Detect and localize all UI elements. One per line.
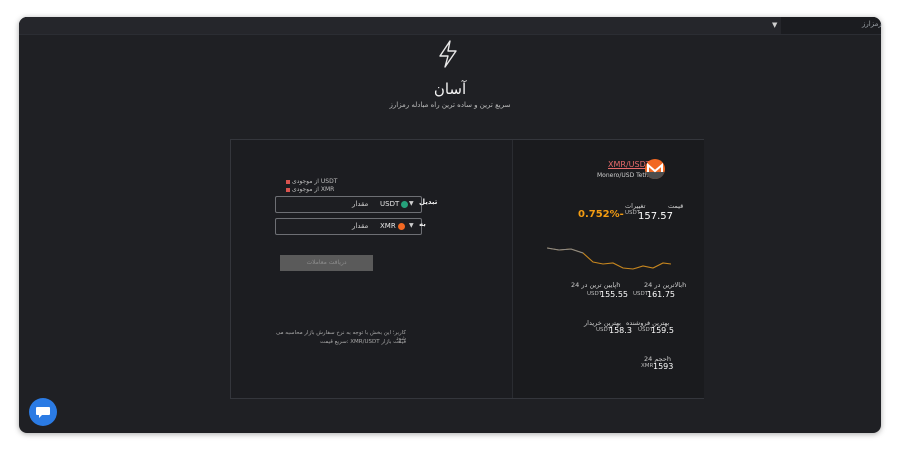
price-label: قیمت [668, 202, 684, 210]
to-coin-select[interactable]: XMR [380, 222, 405, 230]
high-value: 161.75 [647, 290, 675, 299]
chevron-down-icon[interactable]: ▼ [772, 21, 777, 29]
page-subtitle: سریع ترین و ساده ترین راه مبادله رمزارز [389, 101, 511, 109]
change-label: تغییرات [625, 202, 646, 210]
volume-unit: XMR [641, 363, 654, 369]
lightning-icon [439, 40, 457, 68]
low-value: 155.55 [600, 290, 628, 299]
exchange-panel: از موجودی USDT از موجودی XMR مقدار USDT … [230, 139, 704, 399]
from-amount-input[interactable]: مقدار [352, 200, 368, 208]
converter-section: از موجودی USDT از موجودی XMR مقدار USDT … [231, 140, 512, 398]
market-info: XMR/USDT Monero/USD Tether قیمت تغییرات … [512, 140, 704, 398]
tether-logo [401, 200, 409, 208]
submit-button[interactable]: دریافت معاملات [280, 255, 373, 271]
page-title: آسان [433, 80, 467, 98]
currency-select[interactable] [19, 17, 781, 34]
price-value: 157.57 [638, 211, 673, 222]
rate-line-xmr: از موجودی XMR [286, 186, 334, 193]
topbar-label: رمزارز [862, 20, 882, 28]
chat-icon [36, 407, 50, 418]
from-coin-select[interactable]: USDT [380, 200, 409, 208]
note-line-2: سریع قیمت: XMR/USDT قیمت بازار [319, 339, 406, 345]
sparkline-segment [547, 247, 584, 254]
to-label: به [419, 220, 426, 228]
volume-value: 1593 [653, 362, 674, 371]
to-amount-row[interactable]: مقدار XMR ▼ [275, 218, 422, 235]
rate-line-usdt: از موجودی USDT [286, 178, 337, 185]
monero-logo [397, 222, 405, 230]
best-buy-value: 158.3 [609, 326, 632, 335]
from-amount-row[interactable]: مقدار USDT ▼ [275, 196, 422, 213]
to-amount-input[interactable]: مقدار [352, 222, 368, 230]
chevron-down-icon[interactable]: ▼ [409, 200, 414, 207]
low-label: پایین ترین در 24h [571, 281, 621, 289]
rate-marker-icon [286, 187, 290, 192]
chevron-down-icon[interactable]: ▼ [409, 222, 414, 229]
sparkline-path [547, 247, 671, 270]
chat-button[interactable] [29, 398, 57, 426]
rate-marker-icon [286, 179, 290, 184]
monero-logo [645, 159, 665, 179]
top-bar: ▼ [19, 17, 881, 35]
best-sell-value: 159.5 [651, 326, 674, 335]
from-label: تبدیل [419, 198, 438, 206]
high-unit: USDT [633, 291, 649, 297]
high-label: بالاترین در 24h [644, 281, 687, 289]
change-value: 0.752%- [578, 209, 624, 220]
price-sparkline [547, 247, 671, 270]
